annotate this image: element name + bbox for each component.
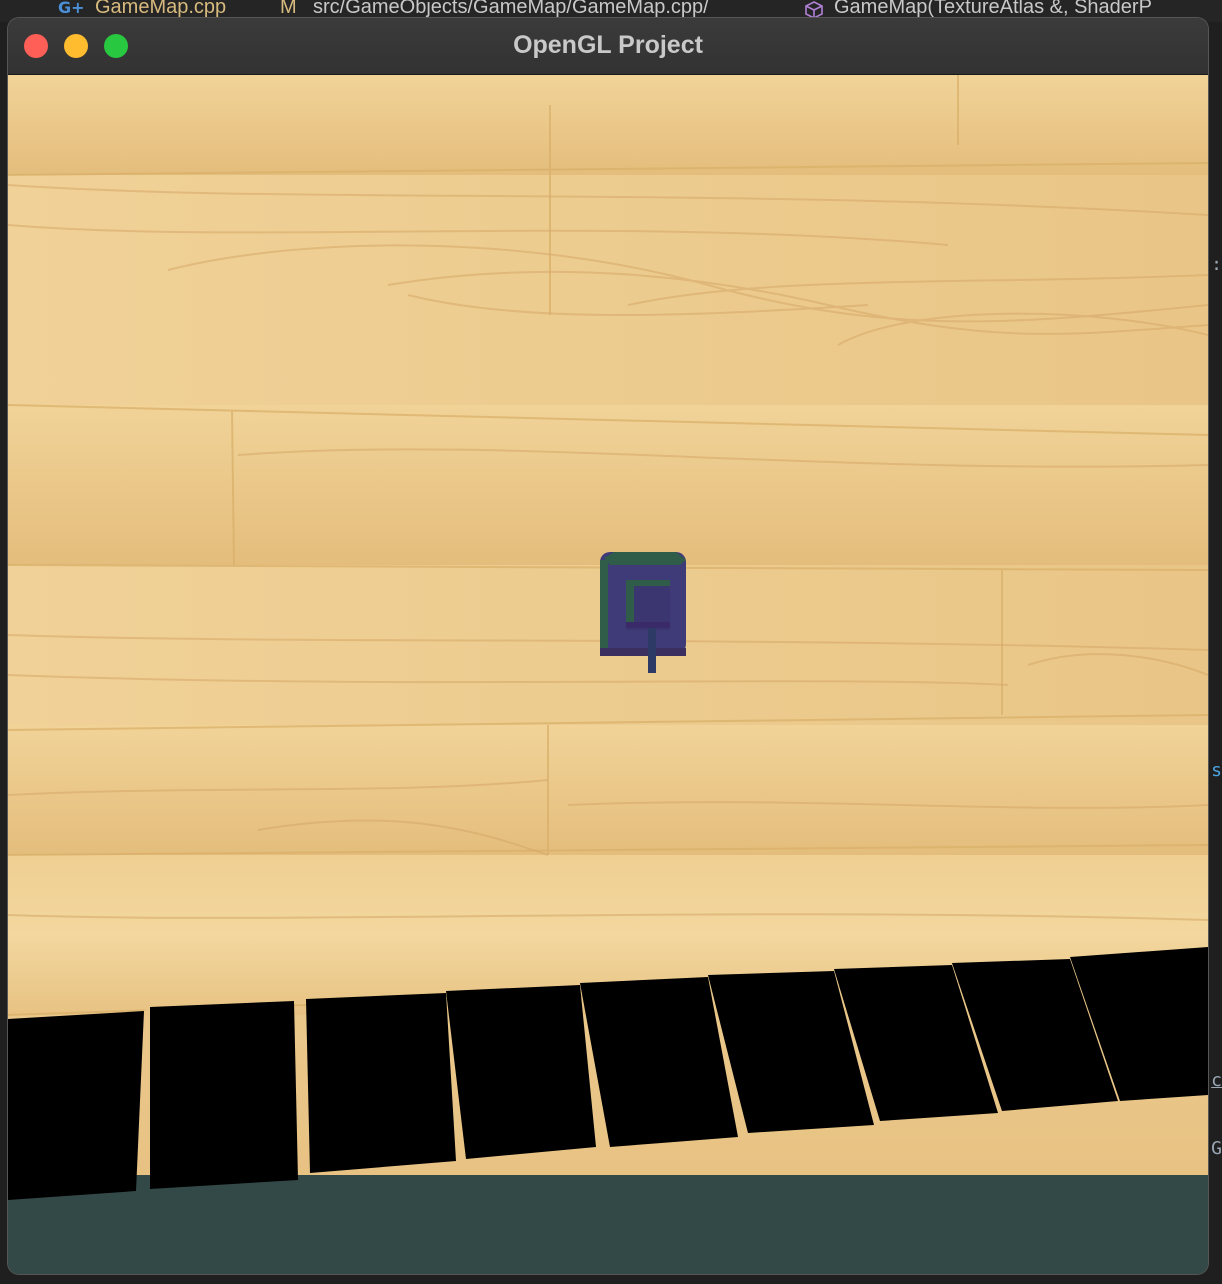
opengl-window: OpenGL Project — [8, 18, 1208, 1274]
editor-edge-glyph: s — [1211, 760, 1222, 781]
game-scene — [8, 75, 1208, 1200]
editor-edge-glyph: G — [1211, 1138, 1222, 1159]
cpp-file-icon: G+ — [58, 0, 85, 17]
breadcrumb-file[interactable]: GameMap.cpp — [95, 0, 226, 19]
breadcrumb-symbol[interactable]: GameMap(TextureAtlas &, ShaderP — [834, 0, 1152, 19]
opengl-viewport[interactable] — [8, 75, 1208, 1274]
editor-edge-glyph: : — [1211, 254, 1222, 275]
editor-edge-glyph: c — [1211, 1070, 1222, 1091]
modified-indicator: M — [280, 0, 297, 18]
window-title: OpenGL Project — [513, 31, 703, 59]
method-symbol-icon — [805, 1, 823, 19]
tank — [600, 552, 686, 673]
window-titlebar[interactable]: OpenGL Project — [8, 18, 1208, 75]
breadcrumb-path[interactable]: src/GameObjects/GameMap/GameMap.cpp/ — [313, 0, 709, 19]
